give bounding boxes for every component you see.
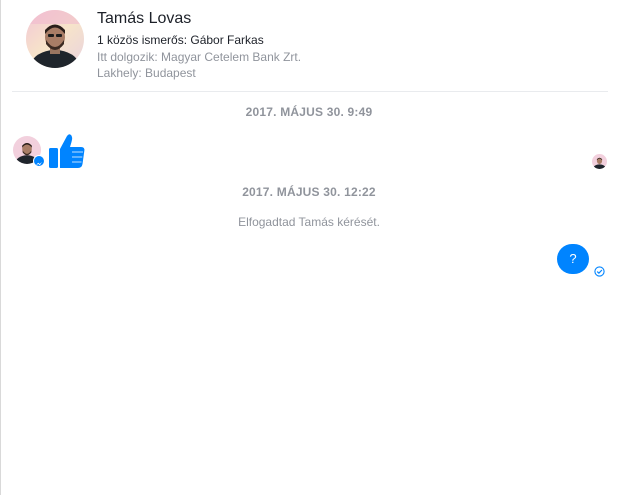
header-divider	[12, 91, 608, 92]
residence-info: Lakhely: Budapest	[97, 66, 196, 80]
read-receipt-avatar	[592, 154, 607, 169]
request-accepted-notice: Elfogadtad Tamás kérését.	[238, 215, 380, 229]
messenger-badge-icon	[33, 155, 45, 167]
profile-name[interactable]: Tamás Lovas	[97, 10, 191, 28]
message-timestamp: 2017. MÁJUS 30. 12:22	[242, 185, 376, 199]
message-timestamp: 2017. MÁJUS 30. 9:49	[245, 105, 373, 119]
sent-check-icon	[594, 264, 605, 277]
outgoing-message-bubble[interactable]: ?	[557, 244, 589, 274]
profile-header: Tamás Lovas 1 közös ismerős: Gábor Farka…	[0, 0, 618, 92]
thumbs-up-icon[interactable]	[48, 132, 86, 170]
sender-avatar[interactable]	[13, 136, 45, 167]
profile-avatar[interactable]	[26, 10, 84, 68]
mutual-friends[interactable]: 1 közös ismerős: Gábor Farkas	[97, 33, 264, 47]
workplace-info: Itt dolgozik: Magyar Cetelem Bank Zrt.	[97, 50, 302, 64]
